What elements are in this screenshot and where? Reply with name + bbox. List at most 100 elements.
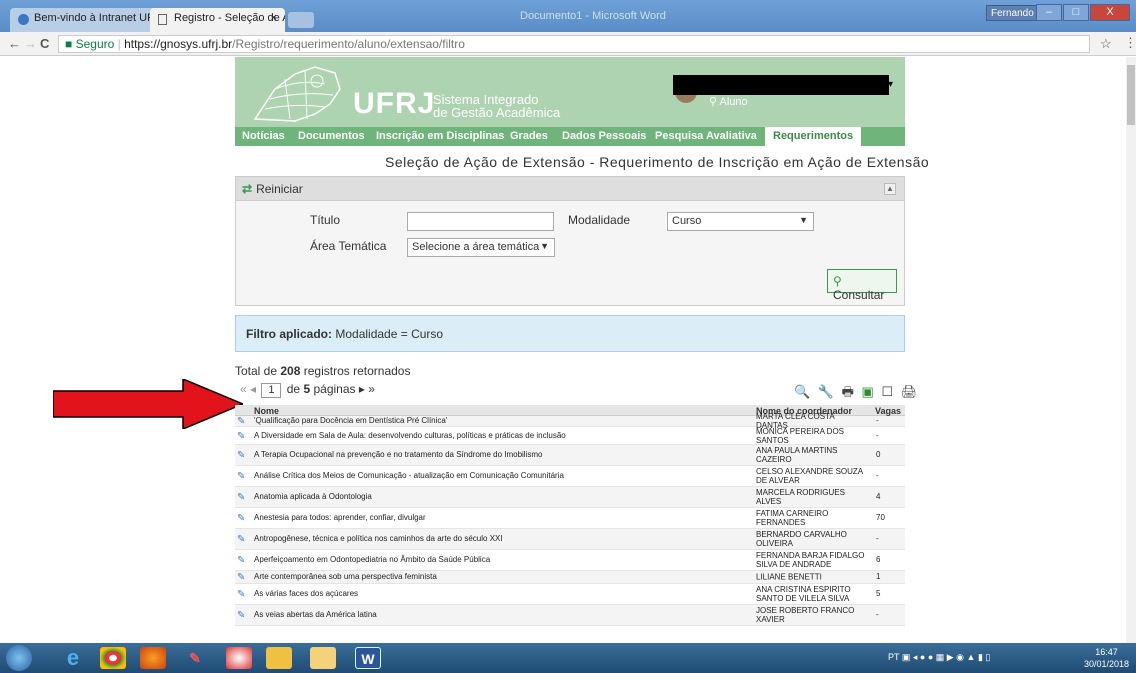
nav-inscricao[interactable]: Inscrição em Disciplinas (376, 130, 504, 142)
language-indicator[interactable]: PT (888, 652, 899, 662)
table-row[interactable]: ✎ Anestesia para todos: aprender, confia… (235, 508, 905, 529)
table-row[interactable]: ✎ As veias abertas da América latina JOS… (235, 605, 905, 626)
consultar-label: Consultar (833, 288, 885, 302)
table-row[interactable]: ✎ Anatomia aplicada à Odontologia MARCEL… (235, 487, 905, 508)
nav-pesquisa[interactable]: Pesquisa Avaliativa (655, 130, 757, 142)
row-name: Anatomia aplicada à Odontologia (254, 492, 372, 501)
table-row[interactable]: ✎ Antropogênese, técnica e política nos … (235, 529, 905, 550)
tab-intranet[interactable]: Bem-vindo à Intranet UF (10, 8, 158, 32)
view-icon[interactable]: ✎ (237, 471, 245, 482)
explorer-icon[interactable] (266, 647, 292, 669)
table-row[interactable]: ✎ A Terapia Ocupacional na prevenção e n… (235, 445, 905, 466)
url-host: https://gnosys.ufrj.br (124, 37, 233, 51)
nav-noticias[interactable]: Notícias (242, 130, 285, 142)
url-input[interactable]: ■ Seguro | https://gnosys.ufrj.br/Regist… (58, 35, 1090, 53)
filter-applied-value: Modalidade = Curso (335, 327, 444, 341)
view-icon[interactable]: ✎ (237, 572, 245, 583)
last-page-icon[interactable]: » (368, 382, 375, 396)
row-coordinator: JOSE ROBERTO FRANCO XAVIER (756, 606, 855, 624)
bookmark-star-icon[interactable]: ☆ (1100, 36, 1112, 52)
ie-icon[interactable]: e (60, 647, 86, 669)
export-blank-icon[interactable]: ☐ (881, 384, 893, 399)
user-name-redacted[interactable] (673, 75, 889, 95)
row-slots: 1 (876, 572, 881, 581)
view-icon[interactable]: ✎ (237, 534, 245, 545)
window-title: Documento1 - Microsoft Word (520, 10, 666, 22)
new-tab-button[interactable] (288, 12, 314, 28)
printer-icon[interactable]: 🖨 (901, 384, 918, 399)
row-name: A Diversidade em Sala de Aula: desenvolv… (254, 430, 566, 440)
view-icon[interactable]: ✎ (237, 589, 245, 600)
reload-icon[interactable]: C (40, 36, 49, 51)
tray-icons[interactable]: ▣ ◂ ● ● ▦ ▶ ◉ ▲ ▮ ▯ (902, 652, 991, 662)
firefox-icon[interactable] (140, 647, 166, 669)
view-icon[interactable]: ✎ (237, 416, 245, 427)
browser-menu-icon[interactable]: ⋮ (1124, 35, 1136, 51)
table-row[interactable]: ✎ A Diversidade em Sala de Aula: desenvo… (235, 427, 905, 445)
clock[interactable]: 16:47 30/01/2018 (1084, 646, 1129, 670)
print-preview-icon[interactable]: 🖶 (842, 384, 854, 399)
nav-dados-pessoais[interactable]: Dados Pessoais (562, 130, 646, 142)
area-tematica-value: Selecione a área temática (412, 241, 540, 253)
forward-icon[interactable]: → (24, 36, 37, 51)
col-vagas[interactable]: Vagas (875, 406, 901, 416)
maximize-button[interactable]: □ (1063, 4, 1089, 21)
table-row[interactable]: ✎ As várias faces dos açúcares ANA CRIST… (235, 584, 905, 605)
view-icon[interactable]: ✎ (237, 450, 245, 461)
filter-panel-header[interactable]: ⇄ Reiniciar (236, 177, 904, 201)
main-nav: Notícias Documentos Inscrição em Discipl… (235, 127, 905, 146)
row-name: Aperfeiçoamento em Odontopediatria no Âm… (254, 555, 491, 564)
chrome-icon[interactable] (100, 647, 126, 669)
outlook-icon[interactable] (310, 647, 336, 669)
nav-requerimentos[interactable]: Requerimentos (765, 127, 862, 146)
table-row[interactable]: ✎ 'Qualificação para Docência em Dentíst… (235, 412, 905, 430)
next-page-icon[interactable]: ▸ (359, 382, 365, 396)
user-menu-caret-icon[interactable]: ▾ (888, 79, 893, 90)
view-icon[interactable]: ✎ (237, 513, 245, 524)
titulo-input[interactable] (407, 212, 554, 231)
row-slots: 70 (876, 513, 885, 522)
tab-label: Registro - Seleção de Aç (174, 12, 285, 24)
nav-documentos[interactable]: Documentos (298, 130, 365, 142)
collapse-icon[interactable]: ▲ (884, 183, 896, 195)
close-tab-icon[interactable]: × (271, 12, 277, 24)
table-row[interactable]: ✎ Arte contemporânea sob uma perspectiva… (235, 571, 905, 584)
page-number-input[interactable]: 1 (261, 383, 282, 398)
consultar-button[interactable]: ⚲ Consultar (827, 269, 897, 302)
pages-label: páginas (313, 382, 356, 396)
system-tray: PT ▣ ◂ ● ● ▦ ▶ ◉ ▲ ▮ ▯ (888, 652, 990, 663)
search-icon: ⚲ (833, 274, 842, 288)
refresh-icon: ⇄ (242, 182, 253, 196)
search-icon[interactable]: 🔍 (794, 384, 810, 399)
tab-registro[interactable]: Registro - Seleção de Aç × (150, 8, 285, 32)
row-name: Análise Crítica dos Meios de Comunicação… (254, 471, 564, 480)
export-excel-icon[interactable]: ▣ (862, 384, 874, 399)
view-icon[interactable]: ✎ (237, 431, 245, 442)
table-row[interactable]: ✎ Análise Crítica dos Meios de Comunicaç… (235, 466, 905, 487)
view-icon[interactable]: ✎ (237, 492, 245, 503)
col-nome[interactable]: Nome (254, 406, 279, 416)
paint-icon[interactable]: ✎ (182, 647, 208, 669)
wrench-icon[interactable]: 🔧 (818, 384, 834, 399)
scroll-thumb[interactable] (1127, 65, 1135, 125)
close-window-button[interactable]: X (1090, 4, 1130, 21)
nav-grades[interactable]: Grades (510, 130, 548, 142)
logo-text: UFRJ (353, 87, 436, 120)
clock-time: 16:47 (1095, 647, 1118, 657)
windows-taskbar: e ✎ W PT ▣ ◂ ● ● ▦ ▶ ◉ ▲ ▮ ▯ 16:47 30/01… (0, 643, 1136, 673)
prev-page-icon[interactable]: ◂ (250, 382, 256, 396)
modalidade-select[interactable]: Curso ▼ (667, 212, 814, 231)
view-icon[interactable]: ✎ (237, 610, 245, 621)
clock-date: 30/01/2018 (1084, 659, 1130, 669)
media-icon[interactable] (226, 647, 252, 669)
word-icon[interactable]: W (355, 647, 381, 669)
table-row[interactable]: ✎ Aperfeiçoamento em Odontopediatria no … (235, 550, 905, 571)
area-tematica-select[interactable]: Selecione a área temática ▼ (407, 238, 555, 257)
start-button[interactable] (6, 645, 32, 671)
filter-panel: ⇄ Reiniciar ▲ Título Modalidade Curso ▼ Á… (235, 176, 905, 306)
view-icon[interactable]: ✎ (237, 555, 245, 566)
page-scrollbar[interactable] (1126, 57, 1136, 643)
row-coordinator: FATIMA CARNEIRO FERNANDES (756, 509, 829, 527)
back-icon[interactable]: ← (8, 36, 21, 51)
minimize-button[interactable]: – (1036, 4, 1062, 21)
